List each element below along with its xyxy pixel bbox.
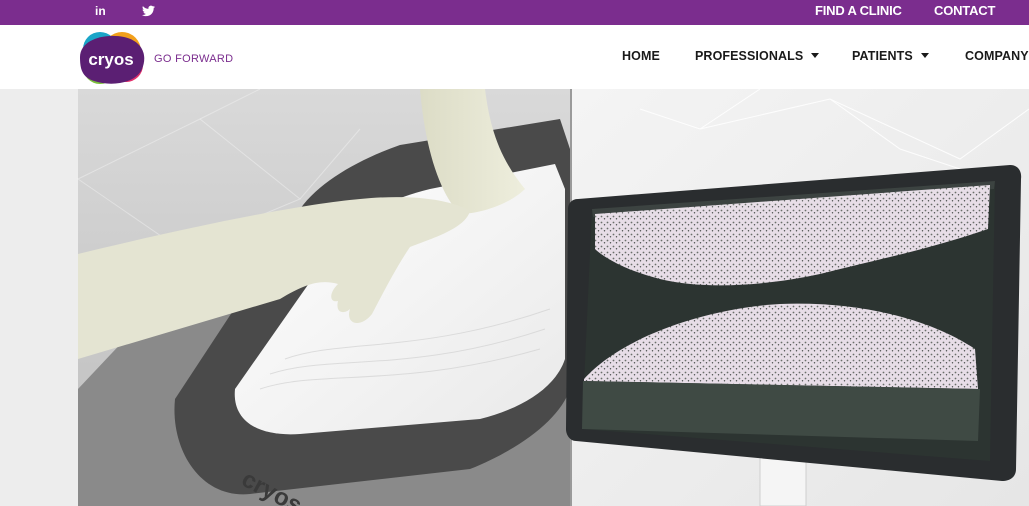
tagline: GO FORWARD [154,53,234,65]
nav-item-company[interactable]: COMPANY [965,49,1029,63]
contact-link[interactable]: CONTACT [934,3,995,19]
nav-label: COMPANY [965,49,1029,63]
nav-label: HOME [622,49,660,63]
site-header: cryos GO FORWARD HOME PROFESSIONALS PATI… [0,25,1029,89]
linkedin-icon[interactable]: in [95,2,106,20]
nav-label: PROFESSIONALS [695,49,804,63]
nav-label: PATIENTS [852,49,913,63]
nav-item-patients[interactable]: PATIENTS [852,49,929,63]
twitter-icon[interactable] [142,2,156,20]
chevron-down-icon [920,53,929,59]
nav-item-home[interactable]: HOME [622,49,660,63]
hero-banner: cryos [0,89,1029,506]
find-a-clinic-link[interactable]: FIND A CLINIC [815,3,902,19]
top-bar: in FIND A CLINIC CONTACT [0,0,1029,25]
cryos-logo[interactable]: cryos [76,31,150,87]
hero-illustration: cryos [0,89,1029,506]
nav-item-professionals[interactable]: PROFESSIONALS [695,49,820,63]
chevron-down-icon [811,53,820,59]
logo-wordmark: cryos [88,50,133,69]
